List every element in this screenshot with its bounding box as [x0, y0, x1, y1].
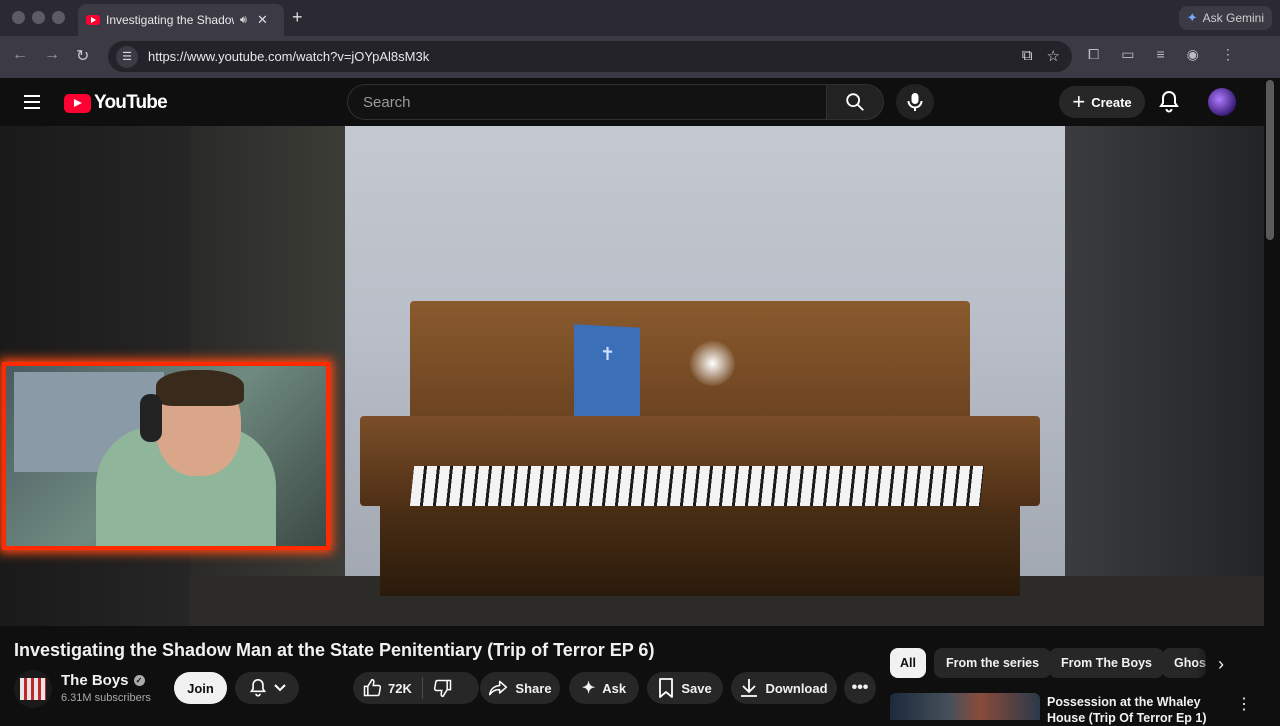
window-zoom-dot[interactable] [52, 11, 65, 24]
join-label: Join [187, 680, 214, 696]
recommended-video-title[interactable]: Possession at the Whaley House (Trip Of … [1047, 694, 1237, 726]
chip-from-channel[interactable]: From The Boys [1049, 648, 1164, 678]
join-button[interactable]: Join [174, 672, 227, 704]
thumbs-up-icon [363, 678, 382, 697]
headset-icon [140, 394, 162, 442]
like-dislike-group: 72K [353, 672, 479, 704]
chip-from-the-series[interactable]: From the series [934, 648, 1052, 678]
page-scrollbar[interactable] [1266, 80, 1274, 240]
dislike-button[interactable] [423, 678, 453, 698]
thumbs-down-icon [433, 679, 452, 698]
more-actions-button[interactable]: ••• [844, 672, 876, 704]
chip-all[interactable]: All [890, 648, 926, 678]
search-button[interactable] [826, 84, 884, 120]
youtube-play-icon [64, 93, 91, 113]
bell-icon [249, 678, 266, 697]
webcam-person-hair [156, 370, 244, 406]
forward-arrow-icon[interactable]: → [44, 46, 60, 64]
subscription-notifications-button[interactable] [235, 672, 299, 704]
save-button[interactable]: Save [647, 672, 723, 704]
download-label: Download [765, 680, 828, 696]
chip-from-channel-label: From The Boys [1061, 656, 1152, 670]
site-settings-icon[interactable]: ☰ [116, 45, 138, 68]
ask-gemini-label: Ask Gemini [1202, 11, 1264, 25]
browser-menu-icon[interactable]: ⋮ [1221, 46, 1235, 63]
reload-icon[interactable]: ↻ [76, 46, 89, 66]
channel-name: The Boys [61, 672, 129, 689]
chevron-down-icon [273, 684, 286, 692]
ask-button[interactable]: ✦ Ask [569, 672, 639, 704]
extensions-icon[interactable]: ⧠ [1088, 46, 1099, 63]
chip-series-label: From the series [946, 656, 1040, 670]
like-count: 72K [388, 680, 412, 696]
search-input[interactable]: Search [347, 84, 827, 120]
create-button[interactable]: + Create [1059, 86, 1145, 118]
download-button[interactable]: Download [731, 672, 837, 704]
new-tab-icon[interactable]: + [292, 7, 303, 28]
browser-toolbar: ← → ↻ ☰ https://www.youtube.com/watch?v=… [0, 36, 1280, 78]
subscriber-count: 6.31M subscribers [61, 692, 151, 704]
ask-gemini-button[interactable]: ✦ Ask Gemini [1178, 6, 1272, 30]
bell-icon [1159, 90, 1179, 113]
window-minimize-dot[interactable] [32, 11, 45, 24]
url-text: https://www.youtube.com/watch?v=jOYpAl8s… [148, 49, 430, 64]
recommended-video-thumbnail[interactable] [890, 693, 1040, 720]
download-icon [741, 679, 758, 697]
sparkle-icon: ✦ [581, 680, 596, 697]
microphone-icon [907, 93, 923, 111]
account-avatar[interactable] [1208, 88, 1236, 116]
flashlight-glare [690, 341, 735, 386]
youtube-header: YouTube Search + Create [0, 78, 1280, 126]
share-button[interactable]: Share [480, 672, 560, 704]
search-icon [846, 93, 864, 111]
chip-all-label: All [900, 656, 916, 670]
create-label: Create [1091, 94, 1132, 110]
window-close-dot[interactable] [12, 11, 25, 24]
address-bar[interactable]: ☰ https://www.youtube.com/watch?v=jOYpAl… [108, 41, 1072, 72]
youtube-logo[interactable]: YouTube [64, 92, 168, 114]
channel-logo-icon [20, 678, 46, 700]
like-button[interactable]: 72K [362, 677, 423, 699]
share-label: Share [515, 680, 552, 696]
bookmark-star-icon[interactable]: ☆ [1047, 47, 1060, 65]
bible-book [574, 324, 640, 424]
browser-titlebar: Investigating the Shadow 🔊︎ ✕ + ✦ Ask Ge… [0, 0, 1280, 36]
search-placeholder: Search [363, 93, 411, 111]
more-horizontal-icon: ••• [851, 679, 869, 696]
back-arrow-icon[interactable]: ← [12, 46, 28, 64]
reading-mode-icon[interactable]: ▭ [1121, 46, 1134, 63]
logo-text: YouTube [94, 92, 168, 113]
menu-icon[interactable] [24, 95, 40, 109]
share-arrow-icon [489, 680, 508, 696]
channel-name-link[interactable]: The Boys ✓ [61, 672, 145, 689]
chip-scroll-fade [1196, 646, 1252, 680]
gemini-spark-icon: ✦ [1186, 10, 1198, 25]
channel-avatar[interactable] [14, 670, 52, 708]
save-label: Save [681, 680, 712, 696]
webcam-overlay [2, 362, 330, 550]
tab-close-icon[interactable]: ✕ [257, 12, 268, 28]
speaker-icon[interactable]: 🔊︎ [240, 14, 247, 27]
install-app-icon[interactable]: ⧉ [1022, 47, 1033, 65]
voice-search-button[interactable] [896, 84, 934, 120]
ask-label: Ask [602, 680, 627, 696]
tab-title: Investigating the Shadow [106, 13, 234, 27]
profile-icon[interactable]: ◉ [1187, 46, 1199, 63]
bookmark-icon [659, 678, 674, 698]
browser-tab[interactable]: Investigating the Shadow 🔊︎ ✕ [78, 4, 284, 36]
chevron-right-icon[interactable]: › [1218, 654, 1224, 675]
piano-base [380, 506, 1020, 596]
video-frame-right-wall [1065, 126, 1264, 626]
plus-icon: + [1072, 89, 1086, 114]
video-title: Investigating the Shadow Man at the Stat… [14, 640, 655, 660]
media-controls-icon[interactable]: ≡ [1156, 46, 1164, 63]
verified-check-icon: ✓ [133, 675, 145, 686]
youtube-favicon-icon [86, 15, 100, 25]
video-player[interactable] [0, 126, 1264, 626]
notifications-button[interactable] [1158, 90, 1180, 119]
piano-keys [409, 466, 985, 506]
more-vertical-icon[interactable]: ⋮ [1236, 694, 1252, 714]
